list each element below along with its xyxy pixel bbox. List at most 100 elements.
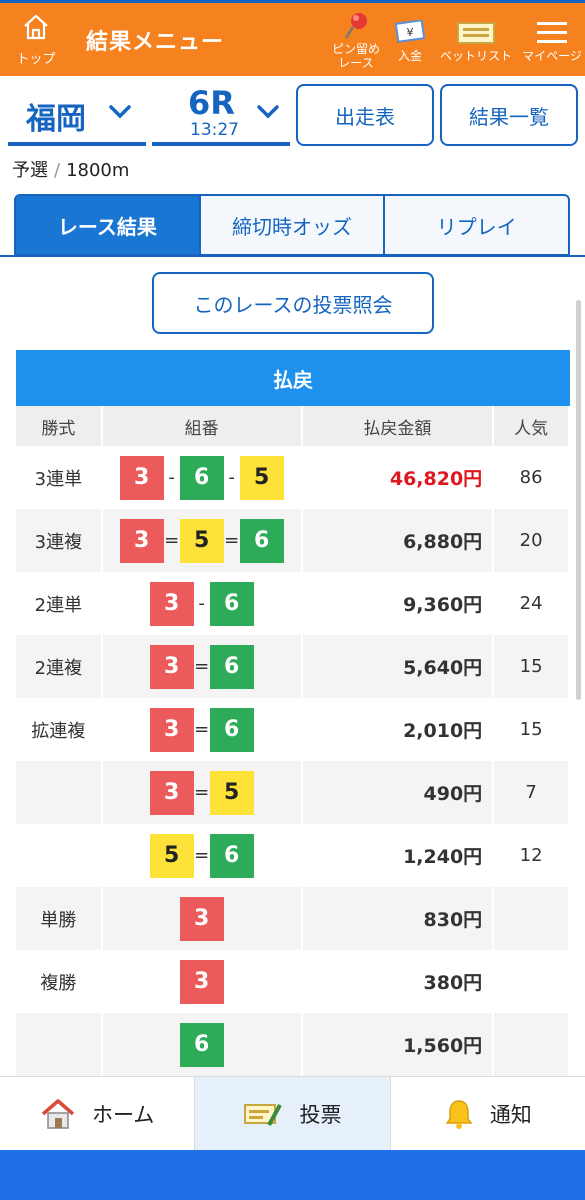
page: トップ 結果メニュー ピン留め レース ¥ 入金 ベットリスト マイページ 福岡…	[0, 0, 585, 1200]
combo-separator: =	[194, 719, 210, 740]
payout-title: 払戻	[16, 350, 570, 406]
payout-amount: 5,640円	[301, 635, 495, 698]
tab-replay[interactable]: リプレイ	[385, 194, 571, 256]
results-list-button[interactable]: 結果一覧	[440, 84, 578, 146]
page-title: 結果メニュー	[86, 29, 225, 55]
scrollbar[interactable]	[576, 300, 581, 700]
nav-notify-label: 通知	[489, 1102, 532, 1127]
popularity	[493, 950, 570, 1013]
payout-amount: 6,880円	[301, 509, 495, 572]
nav-home[interactable]: ホーム	[0, 1077, 196, 1150]
boat-number-badge: 3	[119, 518, 164, 563]
venue-value: 福岡	[26, 102, 86, 137]
col-payout-amount: 払戻金額	[301, 406, 495, 446]
home-icon	[21, 12, 51, 46]
boat-number-badge: 6	[179, 455, 224, 500]
bet-type: 3連複	[16, 509, 103, 572]
nav-vote-label: 投票	[299, 1102, 342, 1127]
hamburger-menu-icon	[537, 17, 567, 49]
combination: 3 = 5	[101, 761, 303, 824]
combination: 6	[101, 1013, 303, 1076]
vote-inquiry-button[interactable]: このレースの投票照会	[152, 272, 434, 334]
col-combination: 組番	[101, 406, 303, 446]
bet-type: 2連単	[16, 572, 103, 635]
payout-amount: 490円	[301, 761, 495, 824]
betlist-button[interactable]: ベットリスト	[433, 3, 519, 76]
chevron-down-icon	[256, 104, 280, 124]
boat-number-badge: 6	[209, 833, 254, 878]
combination: 3	[101, 887, 303, 950]
pushpin-icon	[342, 10, 370, 42]
popularity: 24	[493, 572, 570, 635]
combo-separator: =	[164, 530, 180, 551]
combination: 3 = 6	[101, 635, 303, 698]
tab-closing-odds[interactable]: 締切時オッズ	[200, 194, 386, 256]
bet-type: 単勝	[16, 887, 103, 950]
popularity: 86	[493, 446, 570, 509]
payout-row: 2連複 3 = 6 5,640円 15	[16, 635, 570, 698]
combo-separator: =	[194, 845, 210, 866]
pin-race-button[interactable]: ピン留め レース	[325, 3, 387, 76]
home-label: トップ	[16, 52, 56, 67]
nav-vote[interactable]: 投票	[195, 1077, 391, 1150]
pin-label-line1: ピン留め	[331, 41, 380, 56]
combo-separator: =	[194, 782, 210, 803]
system-bar	[0, 1150, 585, 1200]
tab-race-result[interactable]: レース結果	[14, 194, 201, 256]
betlist-label: ベットリスト	[439, 48, 512, 63]
col-popularity: 人気	[493, 406, 570, 446]
race-time: 13:27	[190, 120, 239, 140]
popularity	[493, 1013, 570, 1076]
race-info: 予選 /1800m	[12, 156, 129, 182]
nav-notify[interactable]: 通知	[391, 1077, 585, 1150]
bet-type: 拡連複	[16, 698, 103, 761]
boat-number-badge: 3	[149, 707, 194, 752]
boat-number-badge: 5	[149, 833, 194, 878]
payout-amount: 830円	[301, 887, 495, 950]
boat-number-badge: 3	[149, 770, 194, 815]
race-number: 6R	[188, 84, 235, 122]
deposit-button[interactable]: ¥ 入金	[387, 3, 433, 76]
bet-slip-pencil-icon	[243, 1099, 283, 1129]
mypage-label: マイページ	[522, 48, 582, 63]
venue-select[interactable]: 福岡	[8, 84, 146, 146]
payout-header-row: 勝式 組番 払戻金額 人気	[16, 406, 570, 446]
combination: 3	[101, 950, 303, 1013]
popularity: 15	[493, 635, 570, 698]
popularity: 15	[493, 698, 570, 761]
boat-number-badge: 6	[209, 644, 254, 689]
combo-separator: =	[194, 656, 210, 677]
boat-number-badge: 3	[119, 455, 164, 500]
payout-row: 3 = 5 490円 7	[16, 761, 570, 824]
payout-amount: 46,820円	[301, 446, 495, 509]
yen-card-icon: ¥	[393, 17, 427, 49]
bet-type: 3連単	[16, 446, 103, 509]
combo-separator: =	[224, 530, 240, 551]
chevron-down-icon	[108, 104, 132, 124]
boat-number-badge: 3	[179, 959, 224, 1004]
payout-row: 複勝 3 380円	[16, 950, 570, 1013]
popularity: 12	[493, 824, 570, 887]
combination: 3 = 5 = 6	[101, 509, 303, 572]
combination: 3-6-5	[101, 446, 303, 509]
combination: 3 = 6	[101, 698, 303, 761]
entries-button[interactable]: 出走表	[296, 84, 434, 146]
popularity	[493, 887, 570, 950]
popularity: 20	[493, 509, 570, 572]
payout-row: 2連単 3-6 9,360円 24	[16, 572, 570, 635]
boat-number-badge: 3	[179, 896, 224, 941]
combo-separator: -	[198, 593, 205, 614]
payout-row: 6 1,560円	[16, 1013, 570, 1076]
payout-row: 3連単 3-6-5 46,820円 86	[16, 446, 570, 509]
boat-number-badge: 5	[209, 770, 254, 815]
race-select[interactable]: 6R 13:27	[152, 84, 290, 146]
popularity: 7	[493, 761, 570, 824]
bet-type	[16, 761, 103, 824]
mypage-button[interactable]: マイページ	[519, 3, 585, 76]
combo-separator: -	[228, 467, 235, 488]
home-button[interactable]: トップ	[0, 3, 72, 76]
payout-amount: 2,010円	[301, 698, 495, 761]
combo-separator: -	[168, 467, 175, 488]
combination: 5 = 6	[101, 824, 303, 887]
boat-number-badge: 5	[239, 455, 284, 500]
